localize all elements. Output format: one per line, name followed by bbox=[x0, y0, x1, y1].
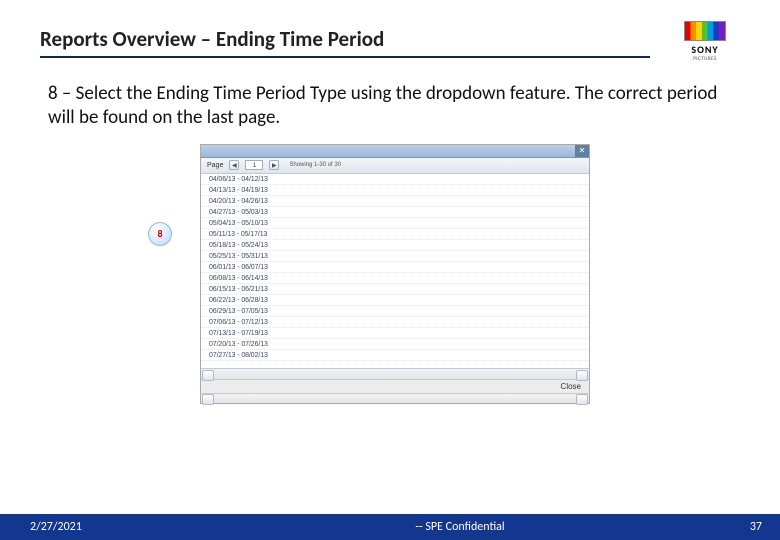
list-item[interactable]: 05/18/13 - 05/24/13 bbox=[201, 240, 589, 251]
step-marker-8: 8 bbox=[148, 222, 172, 246]
list-item[interactable]: 05/25/13 - 05/31/13 bbox=[201, 251, 589, 262]
list-item[interactable]: 04/13/13 - 04/19/13 bbox=[201, 185, 589, 196]
slide-footer-bar: 2/27/2021 -- SPE Confidential 37 bbox=[0, 514, 780, 540]
list-item[interactable]: 07/06/13 - 07/12/13 bbox=[201, 317, 589, 328]
page-number-input[interactable]: 1 bbox=[245, 160, 263, 170]
list-item[interactable]: 06/08/13 - 06/14/13 bbox=[201, 273, 589, 284]
instruction-text: 8 – Select the Ending Time Period Type u… bbox=[0, 70, 780, 130]
popup-titlebar[interactable]: ✕ bbox=[201, 145, 589, 158]
footer-page-number: 37 bbox=[720, 520, 780, 534]
next-page-button[interactable]: ▶ bbox=[269, 160, 279, 170]
list-item[interactable]: 07/13/13 - 07/19/13 bbox=[201, 328, 589, 339]
footer-date: 2/27/2021 bbox=[0, 520, 200, 534]
page-label: Page bbox=[207, 162, 223, 169]
popup-toolbar: Page ◀ 1 ▶ Showing 1-30 of 30 bbox=[201, 158, 589, 174]
list-item[interactable]: 07/27/13 - 08/02/13 bbox=[201, 350, 589, 361]
list-item[interactable]: 04/27/13 - 05/03/13 bbox=[201, 207, 589, 218]
period-list: 04/06/13 - 04/12/1304/13/13 - 04/19/1304… bbox=[201, 174, 589, 368]
list-item[interactable]: 04/20/13 - 04/26/13 bbox=[201, 196, 589, 207]
logo-stripes-icon bbox=[684, 21, 726, 41]
sony-pictures-logo: SONY PICTURES bbox=[670, 18, 740, 64]
popup-close-link[interactable]: Close bbox=[561, 382, 581, 391]
list-item[interactable]: 04/06/13 - 04/12/13 bbox=[201, 174, 589, 185]
list-item[interactable]: 06/15/13 - 06/21/13 bbox=[201, 284, 589, 295]
logo-brand: SONY bbox=[691, 43, 718, 56]
ending-time-period-popup: ✕ Page ◀ 1 ▶ Showing 1-30 of 30 04/06/13… bbox=[200, 144, 590, 404]
list-item[interactable]: 05/11/13 - 05/17/13 bbox=[201, 229, 589, 240]
logo-division: PICTURES bbox=[693, 56, 717, 62]
prev-page-button[interactable]: ◀ bbox=[229, 160, 239, 170]
popup-horizontal-scrollbar[interactable] bbox=[201, 393, 589, 403]
list-horizontal-scrollbar[interactable] bbox=[201, 368, 589, 379]
list-item[interactable]: 07/20/13 - 07/26/13 bbox=[201, 339, 589, 350]
list-item[interactable]: 06/29/13 - 07/05/13 bbox=[201, 306, 589, 317]
close-icon[interactable]: ✕ bbox=[575, 145, 589, 157]
footer-confidential: -- SPE Confidential bbox=[200, 520, 720, 534]
slide-title: Reports Overview – Ending Time Period bbox=[40, 26, 650, 58]
list-item[interactable]: 05/04/13 - 05/10/13 bbox=[201, 218, 589, 229]
list-item[interactable]: 06/22/13 - 06/28/13 bbox=[201, 295, 589, 306]
showing-range: Showing 1-30 of 30 bbox=[289, 162, 341, 168]
list-item[interactable]: 06/01/13 - 06/07/13 bbox=[201, 262, 589, 273]
